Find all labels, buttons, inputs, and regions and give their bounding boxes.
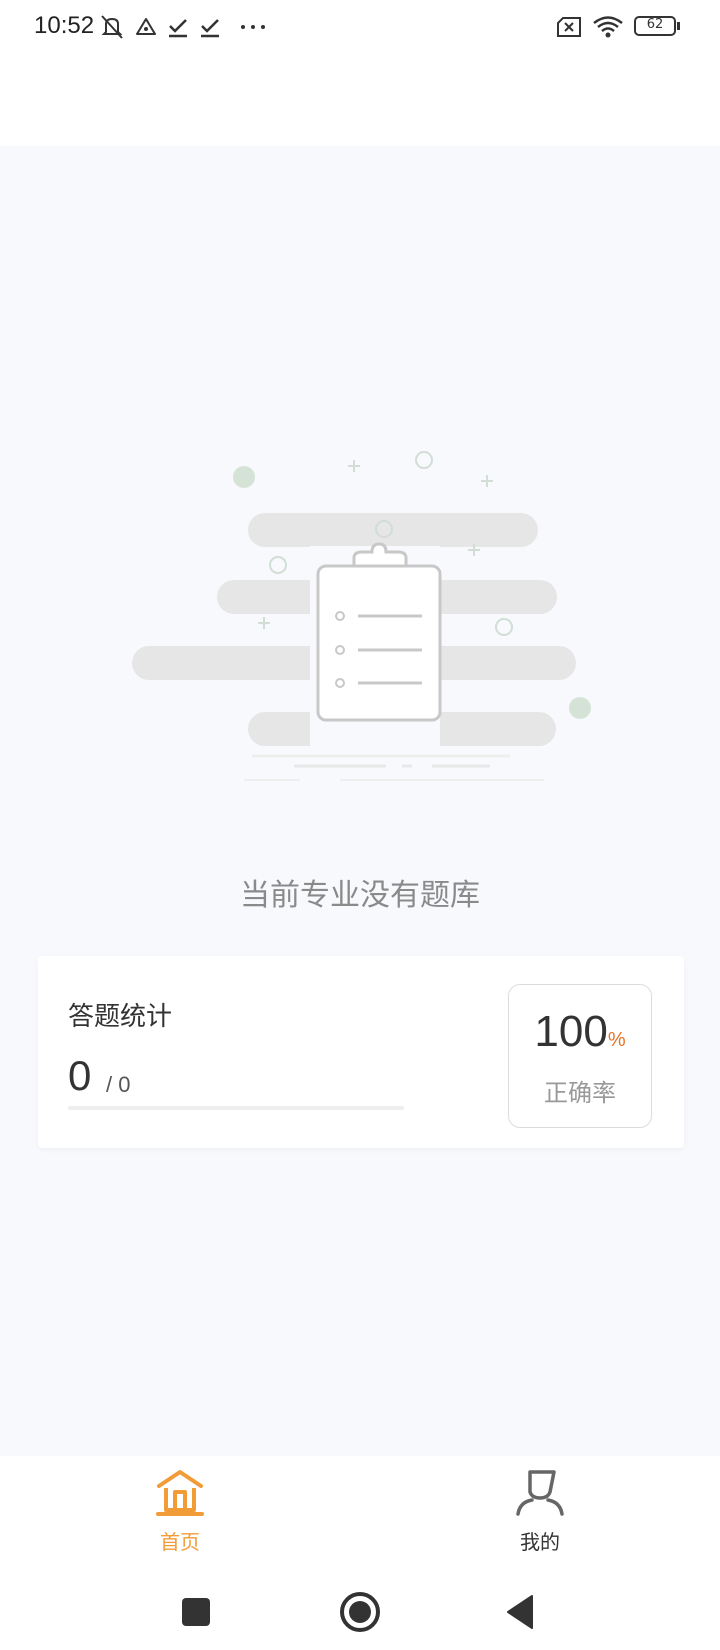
alert-icon	[136, 18, 156, 35]
tab-home[interactable]: 首页	[90, 1468, 270, 1564]
home-icon	[156, 1470, 204, 1516]
progress-bar	[68, 1106, 404, 1110]
answered-count: 0	[68, 1052, 92, 1099]
wifi-icon	[593, 16, 623, 38]
total-count: / 0	[106, 1072, 131, 1097]
more-icon	[241, 25, 265, 29]
user-icon	[516, 1470, 564, 1516]
stats-card: 答题统计 0 / 0 100% 正确率	[38, 956, 684, 1148]
status-bar: 10:52 62	[0, 0, 720, 56]
header-area	[0, 56, 720, 146]
accuracy-label: 正确率	[544, 1080, 616, 1107]
check-icon	[169, 19, 187, 38]
tab-mine[interactable]: 我的	[450, 1468, 630, 1564]
accuracy-unit: %	[607, 1029, 626, 1051]
status-time: 10:52	[34, 12, 95, 39]
battery-icon: 62	[634, 14, 680, 38]
stats-title: 答题统计	[68, 1001, 173, 1031]
recents-icon[interactable]	[170, 1586, 222, 1638]
accuracy-value: 100	[534, 1007, 608, 1056]
empty-message: 当前专业没有题库	[240, 879, 480, 912]
tab-home-label: 首页	[160, 1532, 200, 1554]
main-content: 当前专业没有题库 答题统计 0 / 0 100% 正确率	[0, 146, 720, 1456]
accuracy-box: 100% 正确率	[508, 984, 652, 1128]
battery-level: 62	[646, 17, 664, 32]
system-nav-bar	[0, 1574, 720, 1650]
check-icon	[201, 19, 219, 38]
tab-mine-label: 我的	[520, 1532, 560, 1554]
empty-clipboard-illustration	[132, 451, 591, 781]
sim-off-icon	[557, 17, 581, 37]
home-nav-icon[interactable]	[334, 1586, 386, 1638]
accuracy-value-line: 100%	[509, 1007, 651, 1057]
back-icon[interactable]	[496, 1586, 548, 1638]
bottom-tab-bar: 首页 我的	[0, 1456, 720, 1574]
mute-icon	[101, 15, 123, 39]
